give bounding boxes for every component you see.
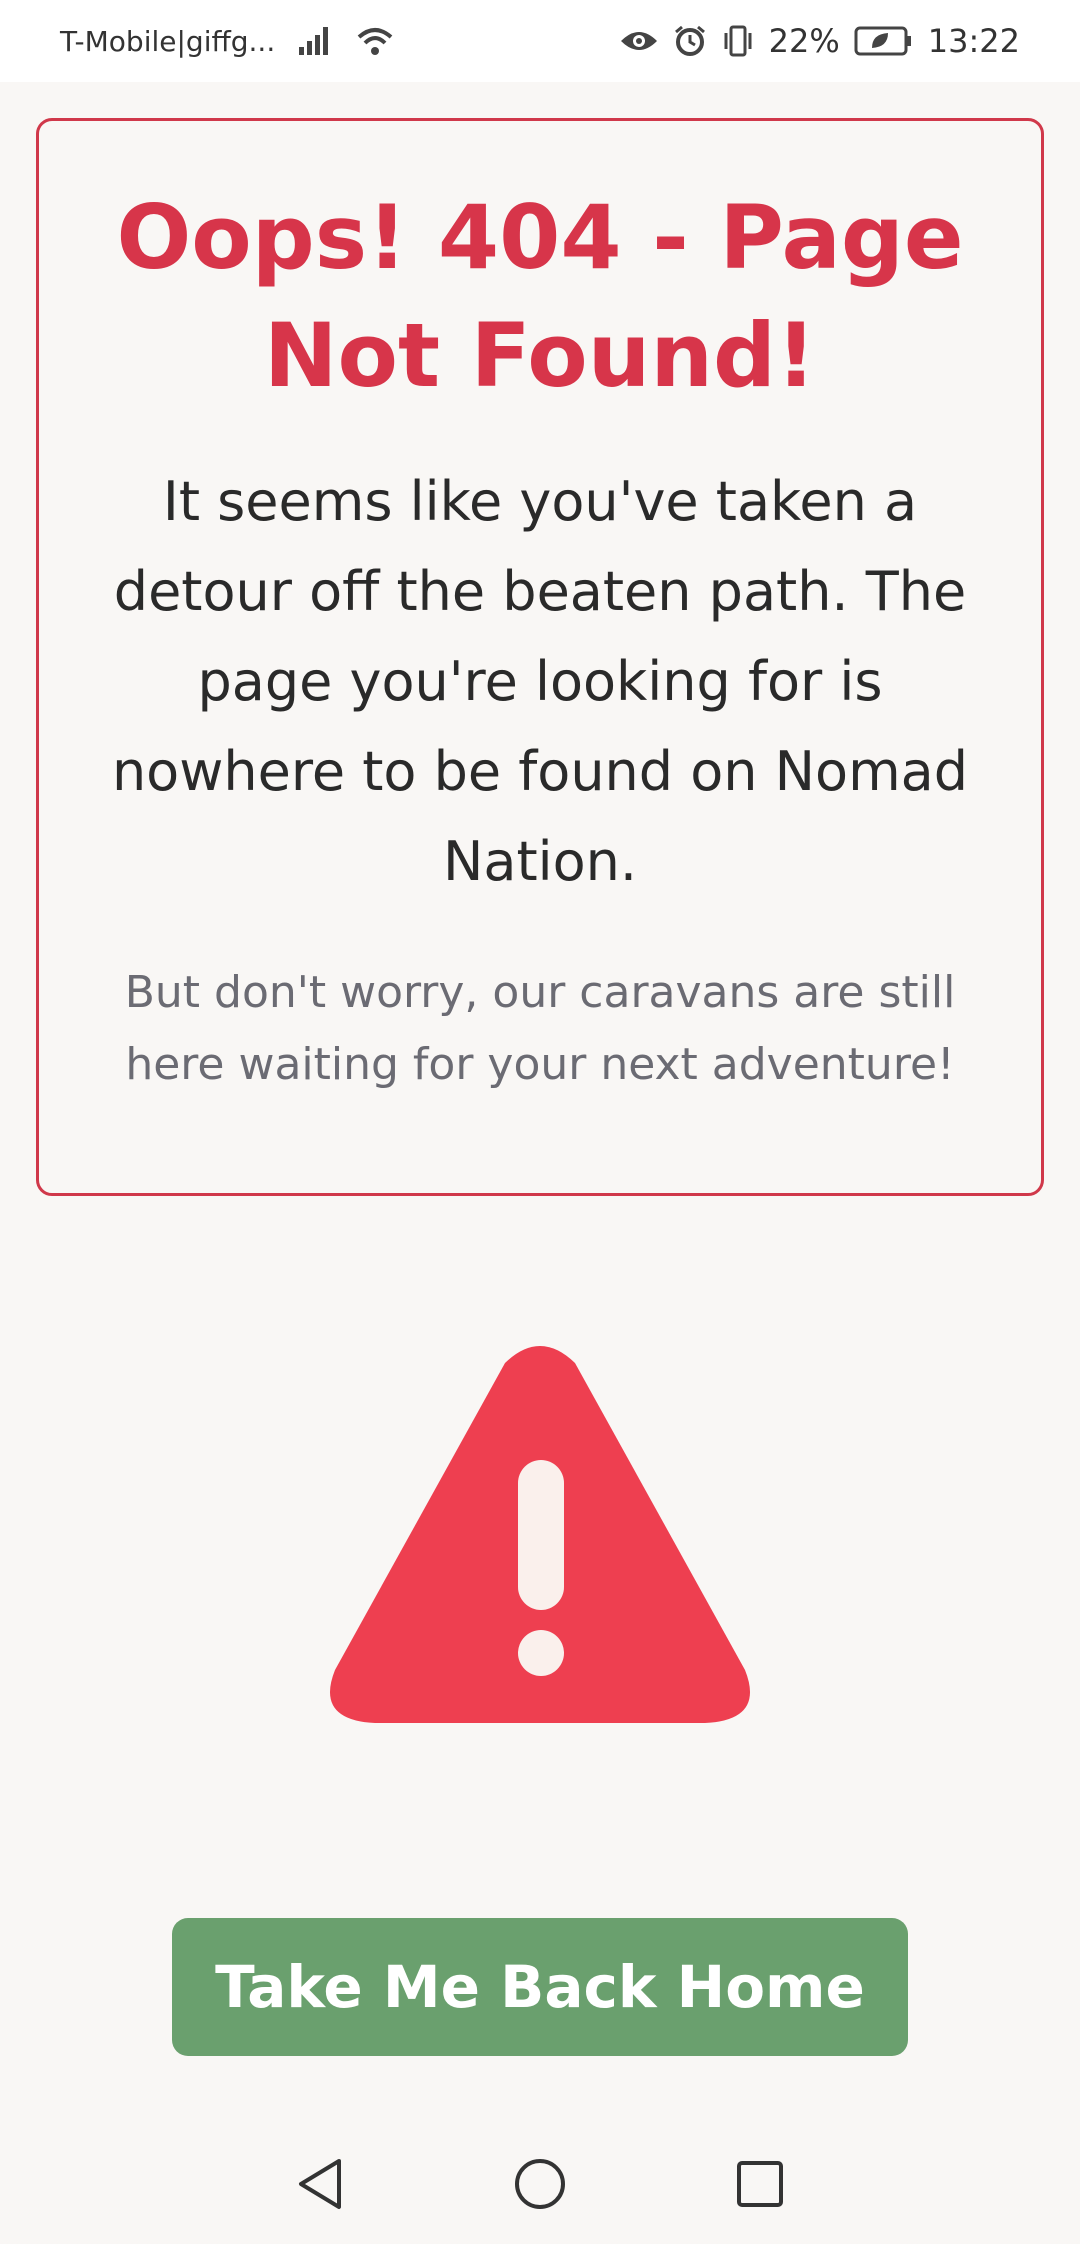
vibrate-icon (721, 24, 755, 58)
status-bar: T-Mobile|giffg... 22% 13:22 (0, 0, 1080, 82)
battery-percent: 22% (768, 22, 840, 60)
clock-time: 13:22 (927, 22, 1020, 60)
status-left: T-Mobile|giffg... (60, 25, 395, 58)
carrier-label: T-Mobile|giffg... (60, 24, 276, 58)
error-card: Oops! 404 - Page Not Found! It seems lik… (36, 118, 1044, 1196)
status-right: 22% 13:22 (619, 22, 1020, 60)
battery-icon (854, 25, 914, 57)
recents-icon[interactable] (730, 2154, 790, 2214)
home-icon[interactable] (510, 2154, 570, 2214)
signal-icon (297, 25, 333, 57)
eye-icon (619, 27, 659, 55)
back-icon[interactable] (290, 2154, 350, 2214)
alarm-icon (673, 24, 707, 58)
error-message: It seems like you've taken a detour off … (111, 470, 969, 893)
take-me-home-button[interactable]: Take Me Back Home (172, 1918, 908, 2056)
wifi-icon (355, 25, 395, 57)
system-nav-bar (0, 2124, 1080, 2244)
error-title: Oops! 404 - Page Not Found! (116, 186, 964, 407)
reassurance-text: But don't worry, our caravans are still … (124, 967, 956, 1090)
warning-triangle-icon (325, 1345, 755, 1730)
